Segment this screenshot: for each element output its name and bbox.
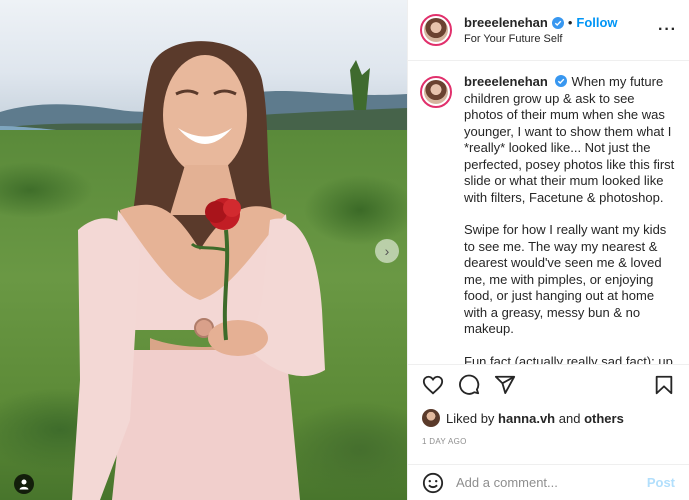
carousel-next-button[interactable]: › [375, 239, 399, 263]
post-header: breeelenehan • Follow For Your Future Se… [408, 0, 689, 61]
emoji-icon[interactable] [422, 472, 444, 494]
caption-paragraph-2: Swipe for how I really want my kids to s… [464, 222, 667, 336]
bookmark-icon[interactable] [653, 374, 675, 396]
author-avatar[interactable] [420, 14, 452, 46]
user-tag-button[interactable] [14, 474, 34, 494]
likes-summary[interactable]: Liked by hanna.vh and others [408, 409, 689, 427]
author-meta: breeelenehan • Follow For Your Future Se… [464, 15, 653, 45]
separator-dot: • [567, 15, 573, 30]
post-photo[interactable]: › [0, 0, 407, 500]
caption-paragraph-1: When my future children grow up & ask to… [464, 74, 675, 205]
caption-scroll-area[interactable]: breeelenehan When my future children gro… [408, 62, 689, 364]
comment-bar: Post [408, 464, 689, 500]
heart-icon[interactable] [422, 374, 444, 396]
post-timestamp[interactable]: 1 DAY AGO [408, 437, 689, 446]
caption-username[interactable]: breeelenehan [464, 74, 548, 89]
share-icon[interactable] [494, 374, 516, 396]
verified-badge-icon [555, 75, 568, 87]
post-location[interactable]: For Your Future Self [464, 33, 653, 45]
liked-by-others[interactable]: others [584, 411, 624, 426]
chevron-right-icon: › [384, 243, 390, 259]
comment-icon[interactable] [458, 374, 480, 396]
photo-woman-with-rose [72, 41, 370, 500]
liked-by-user[interactable]: hanna.vh [498, 411, 555, 426]
post-caption: breeelenehan When my future children gro… [464, 74, 677, 364]
caption-paragraph-3: Fun fact (actually really sad fact): up … [464, 353, 673, 365]
follow-button[interactable]: Follow [576, 15, 617, 30]
more-options-icon[interactable]: ··· [653, 21, 677, 39]
verified-badge-icon [551, 16, 564, 29]
author-username[interactable]: breeelenehan [464, 15, 548, 30]
caption-author-avatar[interactable] [420, 76, 452, 108]
liked-by-prefix: Liked by [446, 410, 495, 426]
user-tag-icon [19, 479, 29, 490]
liker-avatar [422, 409, 440, 427]
post-actions: Liked by hanna.vh and others 1 DAY AGO [408, 364, 689, 464]
comment-input[interactable] [456, 475, 647, 490]
post-side-panel: breeelenehan • Follow For Your Future Se… [407, 0, 689, 500]
post-comment-button[interactable]: Post [647, 475, 675, 490]
